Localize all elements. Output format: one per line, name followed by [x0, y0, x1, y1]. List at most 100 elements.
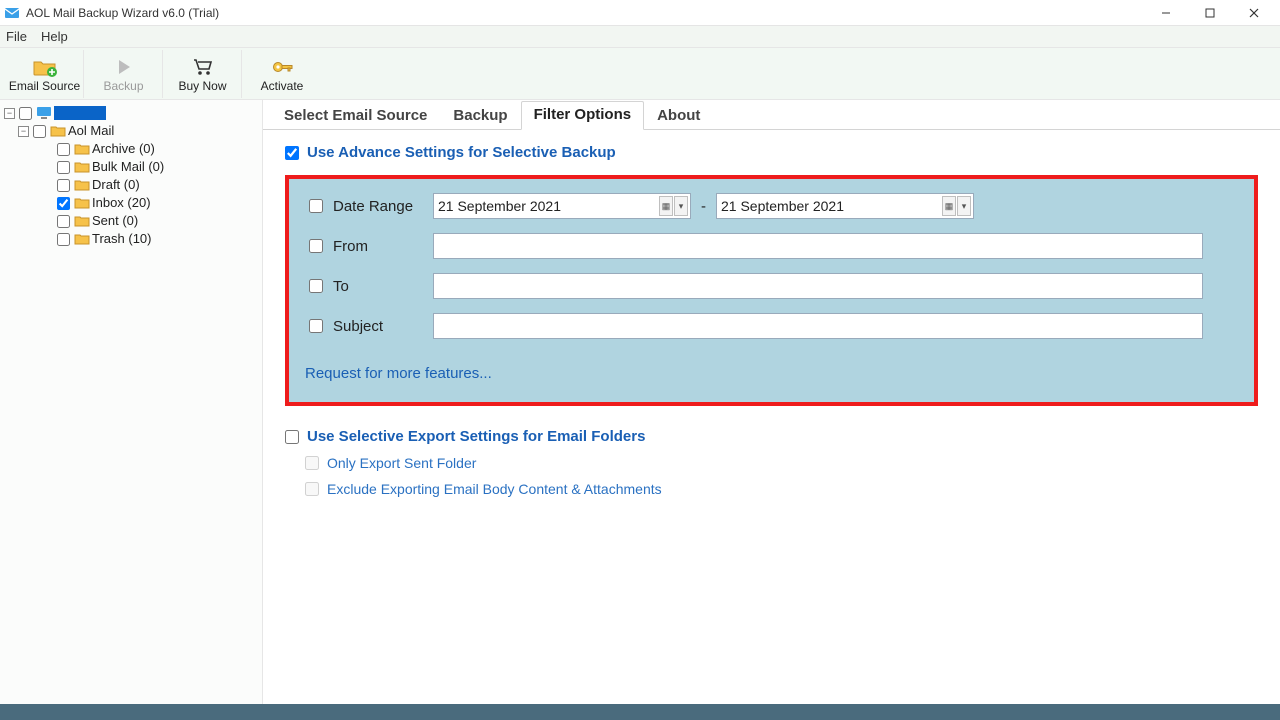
toolbar-activate[interactable]: Activate: [243, 50, 321, 98]
tree-aol-mail-label: Aol Mail: [68, 122, 114, 140]
selective-export-row: Use Selective Export Settings for Email …: [285, 428, 1258, 445]
date-from-input[interactable]: 21 September 2021 ▦ ▾: [433, 193, 691, 219]
from-input[interactable]: [433, 233, 1203, 259]
date-range-dash: -: [701, 198, 706, 215]
advance-settings-row: Use Advance Settings for Selective Backu…: [285, 144, 1258, 161]
folder-icon: [74, 196, 90, 210]
folder-icon: [74, 232, 90, 246]
calendar-icon[interactable]: ▦: [942, 196, 956, 216]
tab-backup[interactable]: Backup: [440, 102, 520, 130]
tree-inbox-label: Inbox (20): [92, 194, 151, 212]
tree-trash-checkbox[interactable]: [57, 233, 70, 246]
subject-checkbox[interactable]: [309, 319, 323, 333]
date-range-checkbox[interactable]: [309, 199, 323, 213]
toolbar-email-source-label: Email Source: [9, 79, 80, 93]
tree-bulk-label: Bulk Mail (0): [92, 158, 164, 176]
cart-icon: [190, 56, 216, 78]
tree-root-checkbox[interactable]: [19, 107, 32, 120]
to-input[interactable]: [433, 273, 1203, 299]
chevron-down-icon[interactable]: ▾: [957, 196, 971, 216]
main-panel: Select Email Source Backup Filter Option…: [263, 100, 1280, 704]
only-sent-label: Only Export Sent Folder: [327, 455, 476, 471]
tree-sent-checkbox[interactable]: [57, 215, 70, 228]
folder-icon: [74, 142, 90, 156]
tree-folder-draft[interactable]: Draft (0): [42, 176, 258, 194]
calendar-icon[interactable]: ▦: [659, 196, 673, 216]
chevron-down-icon[interactable]: ▾: [674, 196, 688, 216]
toolbar-buy-now-label: Buy Now: [178, 79, 226, 93]
toolbar-backup[interactable]: Backup: [85, 50, 163, 98]
toolbar-activate-label: Activate: [261, 79, 304, 93]
to-checkbox[interactable]: [309, 279, 323, 293]
subject-input[interactable]: [433, 313, 1203, 339]
tree-folder-bulk[interactable]: Bulk Mail (0): [42, 158, 258, 176]
window-minimize-button[interactable]: [1144, 0, 1188, 26]
window-titlebar: AOL Mail Backup Wizard v6.0 (Trial): [0, 0, 1280, 26]
tree-root[interactable]: −: [4, 104, 258, 122]
collapse-icon[interactable]: −: [4, 108, 15, 119]
tab-filter-options[interactable]: Filter Options: [521, 101, 645, 130]
from-checkbox[interactable]: [309, 239, 323, 253]
app-icon: [4, 5, 20, 21]
tree-draft-checkbox[interactable]: [57, 179, 70, 192]
filter-options-content: Use Advance Settings for Selective Backu…: [263, 130, 1280, 511]
subject-label: Subject: [333, 318, 433, 335]
toolbar-buy-now[interactable]: Buy Now: [164, 50, 242, 98]
selective-export-checkbox[interactable]: [285, 430, 299, 444]
tab-bar: Select Email Source Backup Filter Option…: [263, 102, 1280, 130]
advance-settings-label: Use Advance Settings for Selective Backu…: [307, 144, 616, 161]
key-icon: [269, 56, 295, 78]
tree-aolmail-checkbox[interactable]: [33, 125, 46, 138]
tree-archive-checkbox[interactable]: [57, 143, 70, 156]
menu-help[interactable]: Help: [41, 29, 68, 44]
tab-select-email-source[interactable]: Select Email Source: [271, 102, 440, 130]
tree-aol-mail[interactable]: − Aol Mail: [18, 122, 258, 140]
folder-icon: [74, 178, 90, 192]
request-features-link[interactable]: Request for more features...: [305, 365, 492, 382]
tree-folder-trash[interactable]: Trash (10): [42, 230, 258, 248]
advance-settings-checkbox[interactable]: [285, 146, 299, 160]
toolbar: Email Source Backup Buy Now Activate: [0, 48, 1280, 100]
tree-folder-sent[interactable]: Sent (0): [42, 212, 258, 230]
folder-open-icon: [50, 124, 66, 138]
tree-inbox-checkbox[interactable]: [57, 197, 70, 210]
filter-to-row: To: [305, 273, 1238, 299]
tab-about[interactable]: About: [644, 102, 713, 130]
folder-icon: [74, 160, 90, 174]
window-close-button[interactable]: [1232, 0, 1276, 26]
folder-add-icon: [32, 56, 58, 78]
folder-icon: [74, 214, 90, 228]
menubar: File Help: [0, 26, 1280, 48]
computer-icon: [36, 106, 52, 120]
menu-file[interactable]: File: [6, 29, 27, 44]
selective-export-label: Use Selective Export Settings for Email …: [307, 428, 645, 445]
window-maximize-button[interactable]: [1188, 0, 1232, 26]
only-sent-row: Only Export Sent Folder: [305, 455, 1258, 471]
tree-folder-archive[interactable]: Archive (0): [42, 140, 258, 158]
date-to-input[interactable]: 21 September 2021 ▦ ▾: [716, 193, 974, 219]
date-to-value: 21 September 2021: [721, 198, 844, 214]
folder-tree-panel: − −: [0, 100, 263, 704]
from-label: From: [333, 238, 433, 255]
date-from-value: 21 September 2021: [438, 198, 561, 214]
exclude-body-checkbox[interactable]: [305, 482, 319, 496]
tree-archive-label: Archive (0): [92, 140, 155, 158]
window-title: AOL Mail Backup Wizard v6.0 (Trial): [26, 6, 219, 20]
folder-tree[interactable]: − −: [4, 104, 258, 248]
exclude-body-label: Exclude Exporting Email Body Content & A…: [327, 481, 662, 497]
tree-bulk-checkbox[interactable]: [57, 161, 70, 174]
tree-draft-label: Draft (0): [92, 176, 140, 194]
only-sent-checkbox[interactable]: [305, 456, 319, 470]
toolbar-email-source[interactable]: Email Source: [6, 50, 84, 98]
date-range-label: Date Range: [333, 198, 433, 215]
exclude-body-row: Exclude Exporting Email Body Content & A…: [305, 481, 1258, 497]
to-label: To: [333, 278, 433, 295]
tree-sent-label: Sent (0): [92, 212, 138, 230]
play-icon: [111, 56, 137, 78]
filter-date-range-row: Date Range 21 September 2021 ▦ ▾ - 21 Se…: [305, 193, 1238, 219]
collapse-icon[interactable]: −: [18, 126, 29, 137]
status-bar: [0, 704, 1280, 720]
toolbar-backup-label: Backup: [103, 79, 143, 93]
tree-folder-inbox[interactable]: Inbox (20): [42, 194, 258, 212]
filter-subject-row: Subject: [305, 313, 1238, 339]
